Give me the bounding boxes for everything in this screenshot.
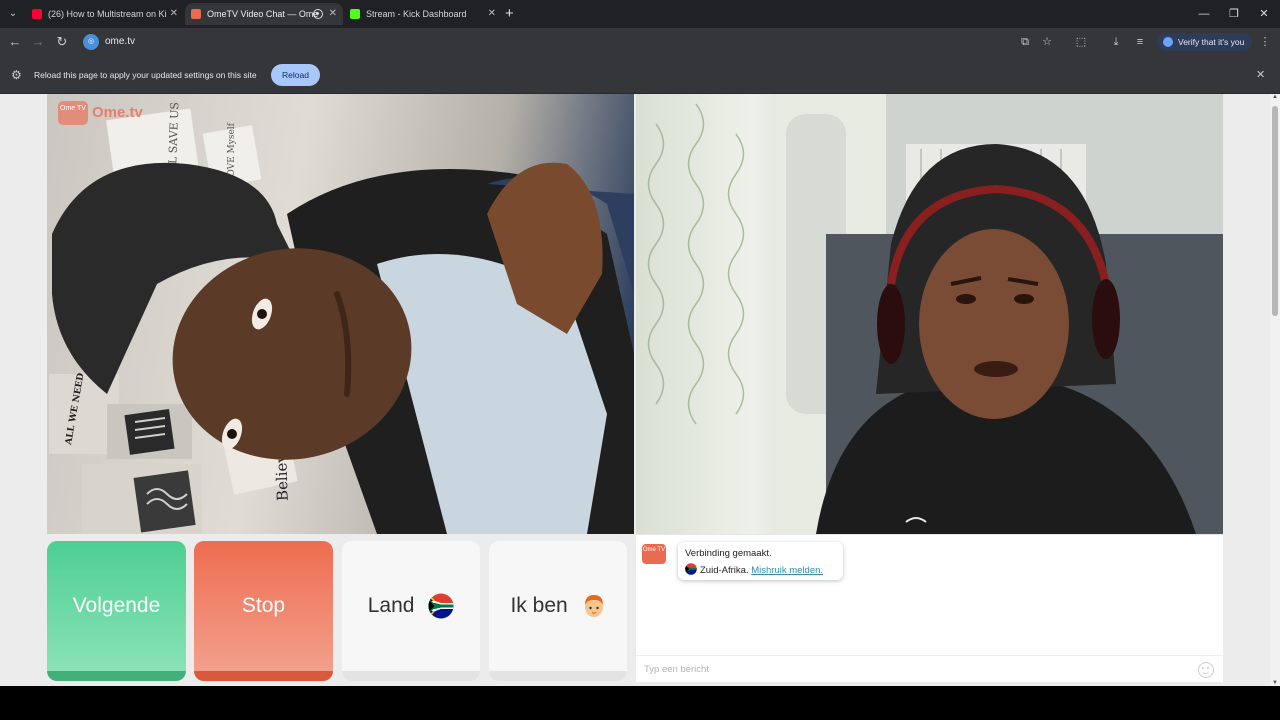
verify-identity-button[interactable]: Verify that it's you [1157, 33, 1253, 51]
new-tab-plus-icon[interactable]: + [505, 3, 514, 25]
ometv-tv-icon: Ome TV [58, 101, 88, 125]
country-button-content: Land [342, 541, 480, 671]
browser-tab-bar: ⌄ (26) How to Multistream on Ki ✕ OmeTV … [0, 0, 1280, 28]
infobar-close-icon[interactable]: ✕ [1256, 68, 1265, 81]
window-close-icon[interactable]: ✕ [1249, 0, 1279, 28]
country-button[interactable]: Land [342, 541, 480, 681]
emoji-picker-icon[interactable] [1198, 662, 1214, 678]
next-button[interactable]: Volgende [47, 541, 186, 681]
tab-search-icon[interactable]: ⌄ [4, 5, 22, 23]
south-africa-flag-icon [428, 593, 454, 619]
tab-title: Stream - Kick Dashboard [366, 9, 467, 19]
ometv-page: ART WILL SAVE US I LOVE Myself ALL WE NE… [0, 94, 1270, 686]
profile-sync-icon [1163, 37, 1173, 47]
scrollbar-thumb[interactable] [1272, 106, 1278, 316]
stranger-scene [647, 94, 1223, 534]
country-name: Zuid-Afrika. [700, 565, 749, 576]
chat-message-input[interactable]: Typ een bericht [636, 655, 1223, 683]
kick-favicon-icon [350, 9, 360, 19]
close-tab-icon[interactable]: ✕ [170, 3, 178, 25]
self-video: ART WILL SAVE US I LOVE Myself ALL WE NE… [47, 94, 634, 534]
extensions-icon[interactable]: ⬚ [1071, 28, 1091, 56]
recording-indicator-icon [313, 9, 323, 19]
back-arrow-icon[interactable]: ← [5, 28, 25, 56]
taskbar-area [0, 686, 1280, 720]
chat-input-placeholder: Typ een bericht [644, 664, 709, 675]
tab-youtube[interactable]: (26) How to Multistream on Ki ✕ [26, 3, 184, 25]
settings-gear-icon: ⚙ [11, 68, 22, 82]
media-controls-icon[interactable]: ≡ [1130, 28, 1150, 56]
address-bar[interactable]: ◎ ome.tv [80, 31, 1020, 53]
close-tab-icon[interactable]: ✕ [329, 3, 337, 25]
url-text: ome.tv [105, 36, 136, 47]
ometv-logo-text: Ome.tv [92, 104, 143, 121]
youtube-favicon-icon [32, 9, 42, 19]
minimize-icon[interactable]: — [1189, 0, 1219, 28]
download-icon[interactable]: ⤓ [1106, 28, 1126, 56]
close-tab-icon[interactable]: ✕ [488, 3, 496, 25]
restore-icon[interactable]: ❐ [1219, 0, 1249, 28]
cast-icon[interactable]: ⧉ [1015, 28, 1035, 56]
bookmark-star-icon[interactable]: ☆ [1037, 28, 1057, 56]
self-person [52, 162, 634, 534]
system-message: Verbinding gemaakt. Zuid-Afrika. Mishrui… [678, 542, 843, 580]
report-abuse-link[interactable]: Mishruik melden. [751, 565, 823, 576]
forward-arrow-icon[interactable]: → [28, 28, 48, 56]
gender-button-label: Ik ben [510, 594, 568, 617]
stranger-video [636, 94, 1223, 534]
ometv-chat-avatar-icon: Ome TV [642, 544, 666, 564]
browser-menu-icon[interactable]: ⋮ [1255, 28, 1275, 56]
connection-message: Verbinding gemaakt. [685, 548, 772, 559]
reload-infobar: ⚙ Reload this page to apply your updated… [0, 56, 1280, 94]
tab-title: OmeTV Video Chat — Ome [207, 9, 319, 19]
browser-toolbar: ← → ↻ ◎ ome.tv ⧉ ☆ ⬚ ⤓ ≡ Verify that it'… [0, 28, 1280, 56]
south-africa-flag-icon [685, 563, 697, 575]
verify-label: Verify that it's you [1178, 37, 1245, 47]
tab-title: (26) How to Multistream on Ki [48, 9, 167, 19]
boy-face-icon [584, 595, 603, 618]
reload-button[interactable]: Reload [271, 64, 320, 86]
infobar-message: Reload this page to apply your updated s… [34, 70, 257, 80]
gender-button[interactable]: Ik ben [489, 541, 627, 681]
ometv-favicon-icon [191, 9, 201, 19]
next-button-label: Volgende [72, 594, 161, 617]
stop-button[interactable]: Stop [194, 541, 333, 681]
reload-icon[interactable]: ↻ [52, 28, 72, 56]
stop-button-label: Stop [241, 594, 286, 617]
scroll-up-arrow-icon[interactable]: ▲ [1271, 94, 1279, 100]
page-scrollbar[interactable]: ▲ ▼ [1270, 94, 1280, 686]
site-info-icon[interactable]: ◎ [83, 34, 99, 50]
gender-button-content: Ik ben [489, 541, 627, 671]
chat-panel: Ome TV Verbinding gemaakt. Zuid-Afrika. … [636, 534, 1223, 682]
tab-kick[interactable]: Stream - Kick Dashboard ✕ [344, 3, 502, 25]
country-message-line: Zuid-Afrika. Mishruik melden. [685, 563, 823, 576]
country-button-label: Land [367, 594, 415, 617]
tab-ometv[interactable]: OmeTV Video Chat — Ome ✕ [185, 3, 343, 25]
